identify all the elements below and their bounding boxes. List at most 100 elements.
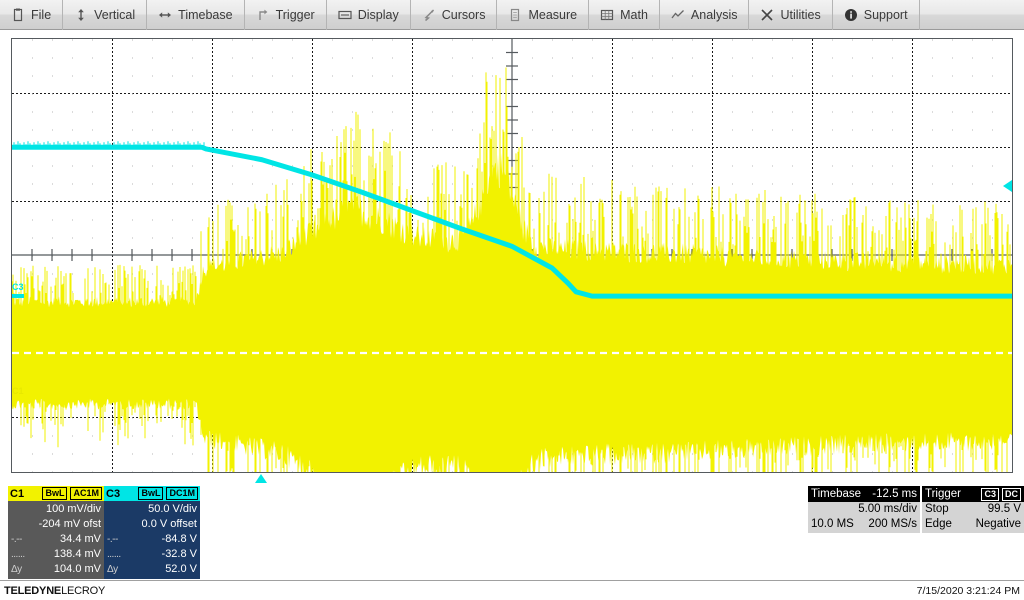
channel-offset-marker-c3[interactable]: C3: [12, 282, 24, 298]
channel-c3-offset: 0.0 V offset: [141, 518, 197, 530]
channel-c1-scale-line[interactable]: 100 mV/div: [11, 502, 101, 517]
trigger-type: Edge: [925, 518, 952, 530]
channel-c3-cursor1-line: -.-- -84.8 V: [107, 532, 197, 547]
channel-c1-cursor2-value: 138.4 mV: [53, 548, 101, 560]
oscilloscope-screen: File Vertical Timebase Trigger Display C…: [0, 0, 1024, 600]
menu-item-display-label: Display: [357, 7, 399, 22]
analysis-trend-icon: [671, 8, 685, 22]
trigger-source-tag[interactable]: C3: [981, 487, 999, 501]
channel-c3-coupling-tag[interactable]: DC1M: [166, 487, 198, 500]
channel-c1-cursor2-line: ...... 138.4 mV: [11, 547, 101, 562]
menu-item-math-label: Math: [620, 7, 648, 22]
math-grid-icon: [600, 8, 614, 22]
leftright-arrow-icon: [158, 8, 172, 22]
menu-item-trigger[interactable]: Trigger: [245, 0, 327, 30]
measure-list-icon: [508, 8, 522, 22]
channel-c1-coupling-tag[interactable]: AC1M: [70, 487, 102, 500]
clipboard-icon: [11, 8, 25, 22]
channel-c3-delta-line: Δy 52.0 V: [107, 562, 197, 577]
brand-teledyne: TELEDYNE: [4, 584, 62, 597]
channel-c1-delta-label: Δy: [11, 564, 22, 575]
channel-c3-cursor2-line: ...... -32.8 V: [107, 547, 197, 562]
channel-c1-header[interactable]: C1 BwL AC1M: [8, 486, 104, 501]
waveform-canvas: [12, 39, 1012, 472]
channel-descriptor-row: C1 BwL AC1M 100 mV/div -204 mV ofst -.--…: [8, 486, 200, 579]
channel-c1-cursor1-value: 34.4 mV: [60, 533, 101, 545]
timebase-memory: 10.0 MS: [811, 518, 854, 530]
trigger-header[interactable]: Trigger C3 DC: [922, 486, 1024, 502]
channel-c3-scale-line[interactable]: 50.0 V/div: [107, 502, 197, 517]
trigger-slope-icon: [256, 8, 270, 22]
menu-item-analysis-label: Analysis: [690, 7, 738, 22]
timebase-descriptor[interactable]: Timebase -12.5 ms 5.00 ms/div 10.0 MS 20…: [808, 486, 920, 533]
channel-c3-delta-value: 52.0 V: [165, 563, 197, 575]
updown-arrow-icon: [74, 8, 88, 22]
timebase-trigger-row: Timebase -12.5 ms 5.00 ms/div 10.0 MS 20…: [808, 486, 1024, 533]
channel-c1-body: 100 mV/div -204 mV ofst -.-- 34.4 mV ...…: [8, 501, 104, 579]
menu-item-measure[interactable]: Measure: [497, 0, 590, 30]
menu-item-trigger-label: Trigger: [275, 7, 315, 22]
menu-item-utilities[interactable]: Utilities: [749, 0, 833, 30]
utilities-tools-icon: [760, 8, 774, 22]
trigger-body: Stop 99.5 V Edge Negative: [922, 502, 1024, 533]
channel-c1-cursor1-style: -.--: [11, 534, 22, 545]
timebase-scale: 5.00 ms/div: [858, 503, 917, 515]
trigger-position-marker-icon[interactable]: [255, 474, 267, 483]
menu-item-vertical[interactable]: Vertical: [63, 0, 148, 30]
trigger-slope: Negative: [975, 518, 1021, 530]
support-info-icon: [844, 8, 858, 22]
timebase-sample-rate: 200 MS/s: [868, 518, 917, 530]
channel-c1-offset-line[interactable]: -204 mV ofst: [11, 517, 101, 532]
offset-marker-c1-label: C1: [12, 386, 24, 396]
menu-item-display[interactable]: Display: [327, 0, 411, 30]
channel-c3-cursor1-style: -.--: [107, 534, 118, 545]
trigger-level: 99.5 V: [987, 503, 1021, 515]
timebase-scale-line[interactable]: 5.00 ms/div: [811, 502, 917, 517]
menu-item-support[interactable]: Support: [833, 0, 920, 30]
channel-offset-marker-c1[interactable]: C1: [12, 387, 24, 396]
channel-c3-bandwidth-tag[interactable]: BwL: [138, 487, 164, 500]
display-screen-icon: [338, 8, 352, 22]
channel-c3-cursor1-value: -84.8 V: [161, 533, 197, 545]
brand-lecroy: LECROY: [61, 584, 106, 597]
channel-c3-body: 50.0 V/div 0.0 V offset -.-- -84.8 V ...…: [104, 501, 200, 579]
menu-item-file[interactable]: File: [0, 0, 64, 30]
channel-c1-cursor2-style: ......: [11, 549, 25, 560]
trigger-type-line[interactable]: Edge Negative: [925, 517, 1021, 532]
channel-descriptor-c3[interactable]: C3 BwL DC1M 50.0 V/div 0.0 V offset -.--…: [104, 486, 200, 579]
channel-c3-delta-label: Δy: [107, 564, 118, 575]
offset-marker-c3-label: C3: [12, 282, 24, 292]
menu-item-timebase-label: Timebase: [178, 7, 233, 22]
timebase-header[interactable]: Timebase -12.5 ms: [808, 486, 920, 502]
trigger-level-marker-icon[interactable]: [1003, 180, 1012, 192]
channel-c1-delta-value: 104.0 mV: [53, 563, 101, 575]
offset-marker-c3-bar: [12, 294, 24, 298]
trigger-title: Trigger: [925, 488, 961, 500]
menu-item-timebase[interactable]: Timebase: [147, 0, 245, 30]
channel-c3-cursor2-value: -32.8 V: [161, 548, 197, 560]
menu-bar: File Vertical Timebase Trigger Display C…: [0, 0, 1024, 30]
channel-c1-bandwidth-tag[interactable]: BwL: [42, 487, 68, 500]
channel-c3-header[interactable]: C3 BwL DC1M: [104, 486, 200, 501]
channel-descriptor-c1[interactable]: C1 BwL AC1M 100 mV/div -204 mV ofst -.--…: [8, 486, 104, 579]
channel-c3-scale: 50.0 V/div: [148, 503, 197, 515]
waveform-svg: [12, 39, 1012, 472]
brand-logo: TELEDYNELECROY: [4, 585, 105, 597]
timebase-title: Timebase: [811, 488, 862, 500]
timestamp: 7/15/2020 3:21:24 PM: [916, 584, 1020, 597]
channel-c3-cursor2-style: ......: [107, 549, 121, 560]
timebase-delay: -12.5 ms: [872, 488, 917, 500]
menu-item-math[interactable]: Math: [589, 0, 660, 30]
channel-c3-name: C3: [106, 487, 121, 500]
menu-item-cursors[interactable]: Cursors: [411, 0, 498, 30]
trigger-coupling-tag[interactable]: DC: [1002, 487, 1021, 501]
channel-c3-offset-line[interactable]: 0.0 V offset: [107, 517, 197, 532]
menu-item-cursors-label: Cursors: [441, 7, 486, 22]
channel-c1-name: C1: [10, 487, 25, 500]
trigger-state-line[interactable]: Stop 99.5 V: [925, 502, 1021, 517]
menu-item-analysis[interactable]: Analysis: [660, 0, 750, 30]
waveform-graticule[interactable]: C3 C1: [11, 38, 1013, 473]
timebase-acq-line: 10.0 MS 200 MS/s: [811, 517, 917, 532]
trigger-descriptor[interactable]: Trigger C3 DC Stop 99.5 V Edge Negative: [922, 486, 1024, 533]
menu-item-vertical-label: Vertical: [94, 7, 136, 22]
